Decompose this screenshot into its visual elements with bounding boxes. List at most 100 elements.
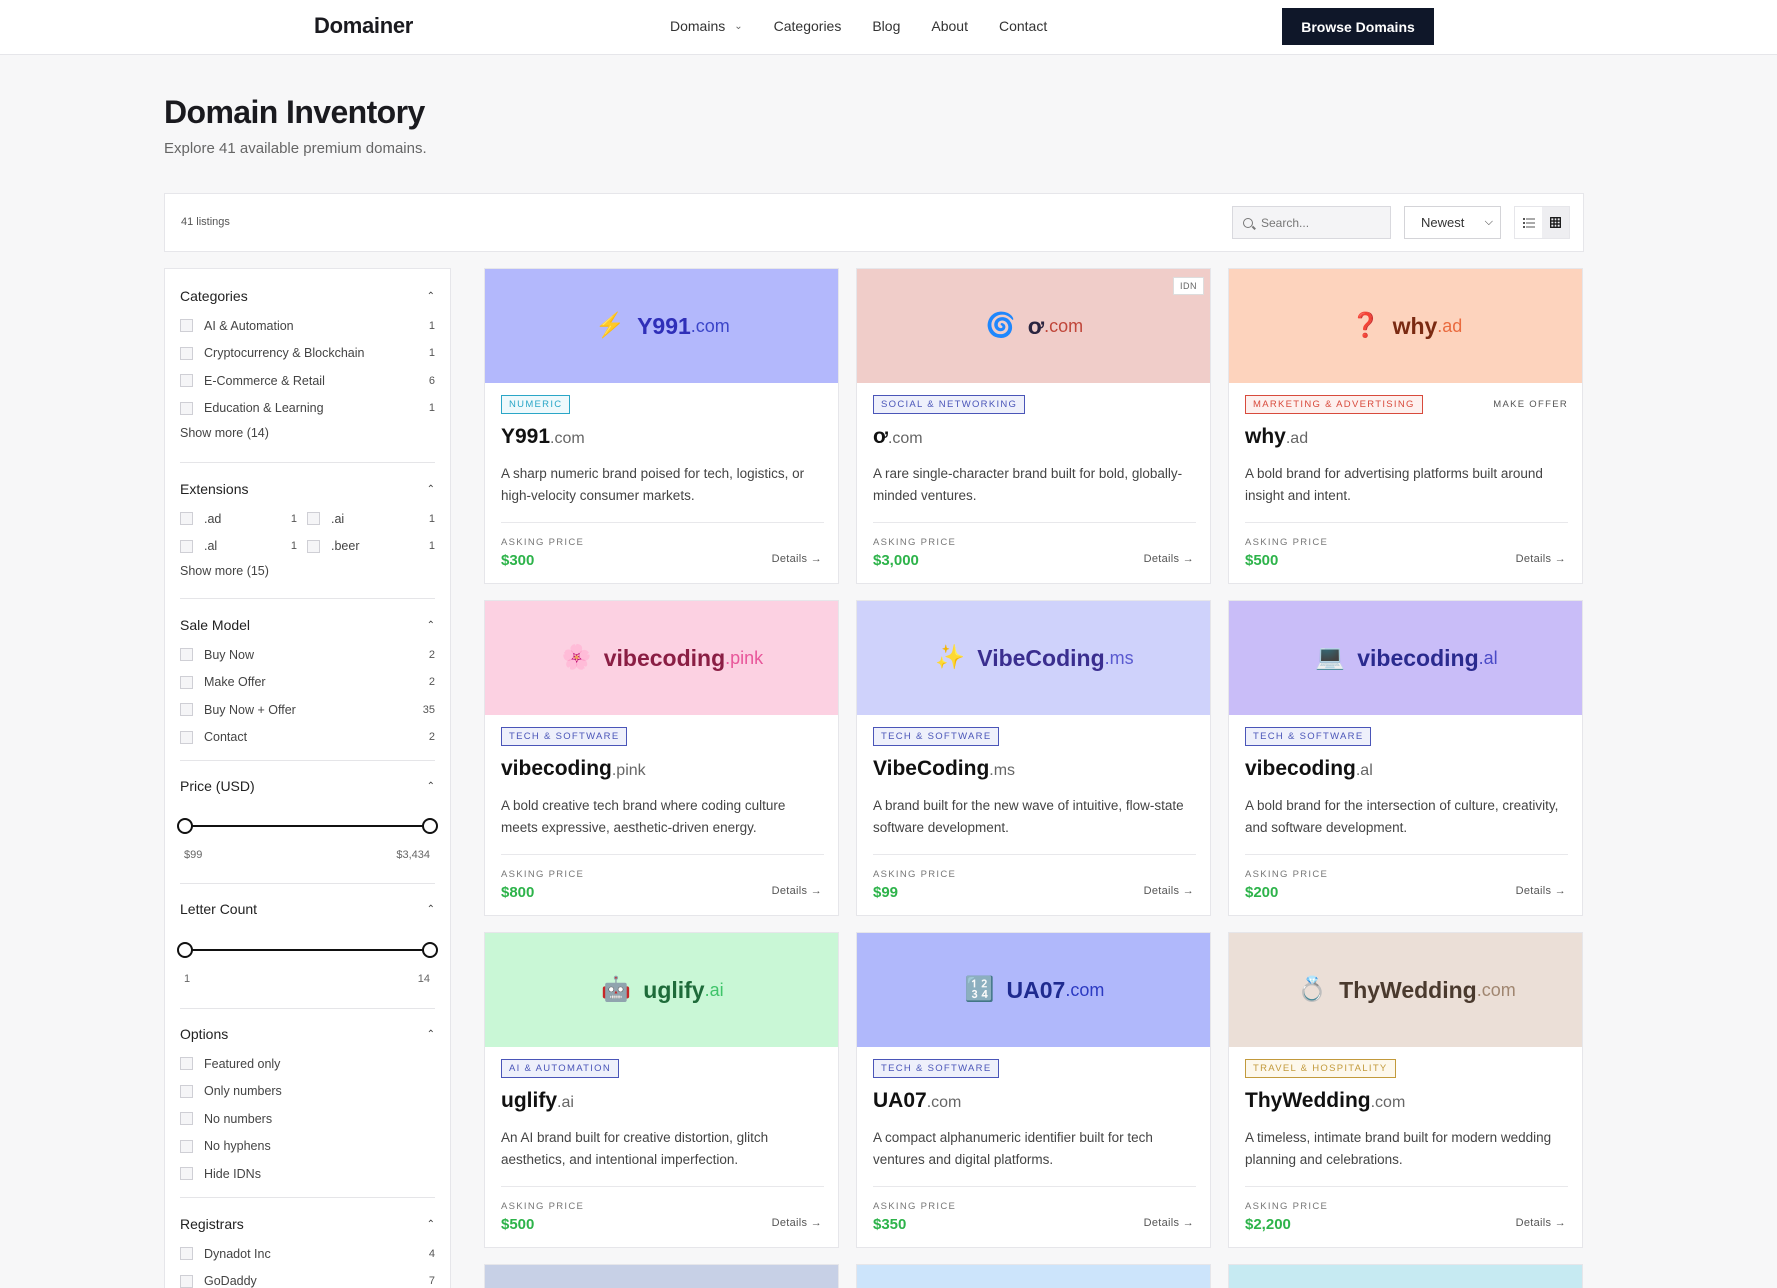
category-tag[interactable]: TECH & SOFTWARE [501, 727, 628, 746]
category-option[interactable]: AI & Automation 1 [180, 312, 435, 340]
domain-title[interactable]: ThyWedding.com [1245, 1089, 1405, 1113]
option-no-numbers[interactable]: No numbers [180, 1105, 435, 1133]
checkbox[interactable] [180, 401, 193, 415]
domain-title[interactable]: VibeCoding.ms [873, 757, 1015, 781]
details-link[interactable]: Details → [1144, 553, 1194, 565]
nav-blog[interactable]: Blog [872, 18, 900, 34]
category-tag[interactable]: SOCIAL & NETWORKING [873, 395, 1026, 414]
domain-title[interactable]: vibecoding.al [1245, 757, 1373, 781]
option-only-numbers[interactable]: Only numbers [180, 1078, 435, 1106]
nav-categories[interactable]: Categories [774, 18, 842, 34]
checkbox[interactable] [307, 539, 320, 553]
checkbox[interactable] [180, 1247, 193, 1261]
category-tag[interactable]: TRAVEL & HOSPITALITY [1245, 1059, 1396, 1078]
category-option[interactable]: Education & Learning 1 [180, 395, 435, 423]
checkbox[interactable] [180, 730, 193, 744]
letter-count-header[interactable]: Letter Count ⌃ [180, 899, 435, 919]
domain-title[interactable]: vibecoding.pink [501, 757, 646, 781]
checkbox[interactable] [180, 1057, 193, 1071]
checkbox[interactable] [180, 703, 193, 717]
domain-card-peek[interactable] [484, 1264, 839, 1288]
domain-card[interactable]: 🤖 uglify .ai AI & AUTOMATION uglify.ai An AI … [484, 932, 839, 1248]
grid-view-icon[interactable] [1542, 207, 1569, 238]
domain-card[interactable]: 💻 vibecoding .al TECH & SOFTWARE vibecoding.… [1228, 600, 1583, 916]
extension-option[interactable]: .al 1 [180, 533, 307, 561]
extension-option[interactable]: .ad 1 [180, 505, 307, 533]
category-tag[interactable]: TECH & SOFTWARE [873, 727, 1000, 746]
nav-about[interactable]: About [931, 18, 968, 34]
domain-card[interactable]: 💍 ThyWedding .com TRAVEL & HOSPITALITY ThyWe… [1228, 932, 1583, 1248]
checkbox[interactable] [180, 1112, 193, 1126]
checkbox[interactable] [180, 1084, 193, 1098]
category-tag[interactable]: TECH & SOFTWARE [1245, 727, 1372, 746]
nav-contact[interactable]: Contact [999, 18, 1047, 34]
checkbox[interactable] [180, 1167, 193, 1181]
checkbox[interactable] [180, 675, 193, 689]
list-view-icon[interactable] [1515, 207, 1542, 238]
registrar-option[interactable]: Dynadot Inc 4 [180, 1240, 435, 1268]
domain-card[interactable]: ✨ VibeCoding .ms TECH & SOFTWARE VibeCoding.… [856, 600, 1211, 916]
checkbox[interactable] [180, 374, 193, 388]
sale-model-option[interactable]: Buy Now + Offer 35 [180, 696, 435, 724]
details-link[interactable]: Details → [1516, 553, 1566, 565]
details-link[interactable]: Details → [772, 1217, 822, 1229]
category-option[interactable]: Cryptocurrency & Blockchain 1 [180, 340, 435, 368]
price-header[interactable]: Price (USD) ⌃ [180, 776, 435, 796]
domain-card[interactable]: ❓ why .ad MARKETING & ADVERTISING MAKE OFFER… [1228, 268, 1583, 584]
search-input[interactable]: Search... [1232, 206, 1391, 239]
sale-model-option[interactable]: Make Offer 2 [180, 669, 435, 697]
checkbox[interactable] [180, 648, 193, 662]
extensions-show-more[interactable]: Show more (15) [180, 564, 435, 578]
sort-select[interactable]: Newest ⌵ [1404, 206, 1501, 239]
price-range-track[interactable] [184, 825, 431, 827]
checkbox[interactable] [180, 539, 193, 553]
domain-title[interactable]: ơ.com [873, 425, 923, 449]
checkbox[interactable] [180, 512, 193, 526]
domain-card[interactable]: 🌀 ơ .com IDN SOCIAL & NETWORKING ơ.com A rare … [856, 268, 1211, 584]
domain-title[interactable]: UA07.com [873, 1089, 961, 1113]
domain-card[interactable]: ⚡ Y991 .com NUMERIC Y991.com A sharp numeric … [484, 268, 839, 584]
option-featured[interactable]: Featured only [180, 1050, 435, 1078]
category-tag[interactable]: TECH & SOFTWARE [873, 1059, 1000, 1078]
nav-domains[interactable]: Domains ⌄ [670, 18, 743, 34]
letter-min-handle[interactable] [177, 942, 193, 958]
categories-show-more[interactable]: Show more (14) [180, 426, 435, 440]
category-tag[interactable]: MARKETING & ADVERTISING [1245, 395, 1423, 414]
extension-option[interactable]: .ai 1 [307, 505, 435, 533]
category-tag[interactable]: AI & AUTOMATION [501, 1059, 620, 1078]
checkbox[interactable] [180, 346, 193, 360]
category-option[interactable]: E-Commerce & Retail 6 [180, 367, 435, 395]
domain-card[interactable]: 🔢 UA07 .com TECH & SOFTWARE UA07.com A compac… [856, 932, 1211, 1248]
checkbox[interactable] [307, 512, 320, 526]
options-header[interactable]: Options ⌃ [180, 1024, 435, 1044]
checkbox[interactable] [180, 1274, 193, 1288]
details-link[interactable]: Details → [772, 553, 822, 565]
checkbox[interactable] [180, 1139, 193, 1153]
extensions-header[interactable]: Extensions ⌃ [180, 479, 435, 499]
category-tag[interactable]: NUMERIC [501, 395, 571, 414]
domain-title[interactable]: uglify.ai [501, 1089, 574, 1113]
domain-card-peek[interactable] [856, 1264, 1211, 1288]
domain-card[interactable]: 🌸 vibecoding .pink TECH & SOFTWARE vibecodin… [484, 600, 839, 916]
details-link[interactable]: Details → [1516, 885, 1566, 897]
letter-max-handle[interactable] [422, 942, 438, 958]
letter-range-track[interactable] [184, 949, 431, 951]
extension-option[interactable]: .beer 1 [307, 533, 435, 561]
registrars-header[interactable]: Registrars ⌃ [180, 1214, 435, 1234]
details-link[interactable]: Details → [1516, 1217, 1566, 1229]
sale-model-option[interactable]: Contact 2 [180, 724, 435, 752]
details-link[interactable]: Details → [1144, 1217, 1194, 1229]
domain-title[interactable]: why.ad [1245, 425, 1308, 449]
browse-domains-button[interactable]: Browse Domains [1282, 8, 1434, 45]
details-link[interactable]: Details → [1144, 885, 1194, 897]
details-link[interactable]: Details → [772, 885, 822, 897]
domain-card-peek[interactable] [1228, 1264, 1583, 1288]
registrar-option[interactable]: GoDaddy 7 [180, 1268, 435, 1288]
sale-model-option[interactable]: Buy Now 2 [180, 641, 435, 669]
option-hide-idns[interactable]: Hide IDNs [180, 1160, 435, 1188]
domain-title[interactable]: Y991.com [501, 425, 585, 449]
site-logo[interactable]: Domainer [314, 13, 413, 39]
option-no-hyphens[interactable]: No hyphens [180, 1133, 435, 1161]
categories-header[interactable]: Categories ⌃ [180, 286, 435, 306]
checkbox[interactable] [180, 319, 193, 333]
